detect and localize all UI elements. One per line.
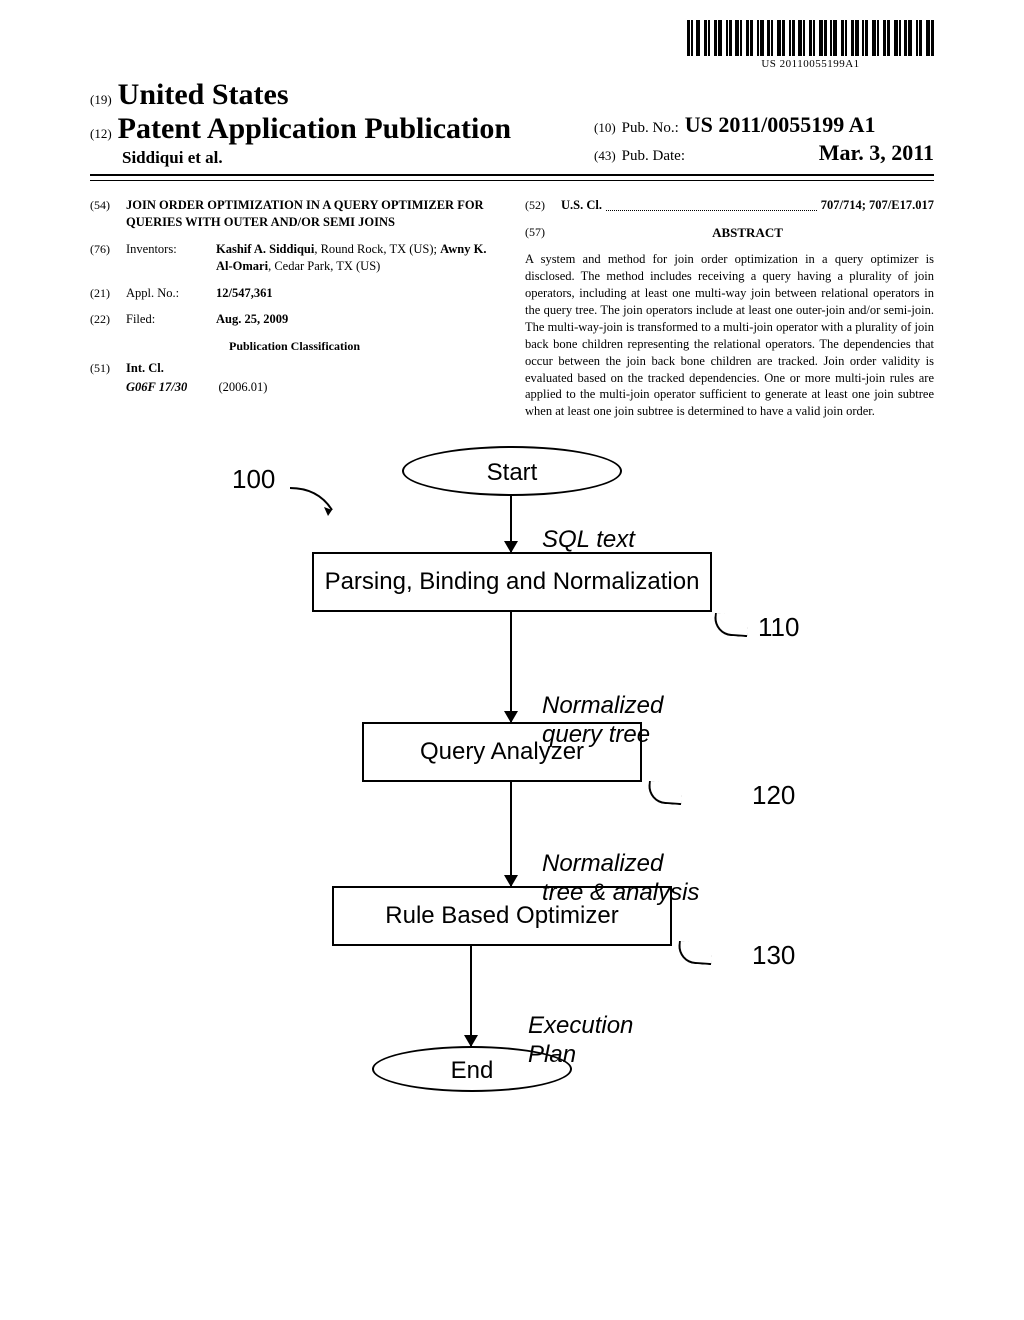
barcode-icon [687, 20, 934, 56]
filed-label: Filed: [126, 311, 216, 328]
invention-title: JOIN ORDER OPTIMIZATION IN A QUERY OPTIM… [126, 197, 499, 231]
flowchart: 100 Start SQL text Parsing, Binding and … [192, 446, 832, 1092]
inventors-value: Kashif A. Siddiqui, Round Rock, TX (US);… [216, 241, 499, 275]
abstract-text: A system and method for join order optim… [525, 251, 934, 420]
code-52: (52) [525, 197, 561, 214]
inventor-2-loc: , Cedar Park, TX (US) [268, 259, 380, 273]
label-sql-text: SQL text [542, 526, 635, 555]
authors-line: Siddiqui et al. [122, 148, 511, 168]
code-76: (76) [90, 241, 126, 275]
country-name: United States [118, 78, 289, 112]
uscl-value: 707/714; 707/E17.017 [821, 197, 934, 214]
applno-value: 12/547,361 [216, 286, 273, 300]
code-43: (43) [594, 148, 616, 164]
inventor-1: Kashif A. Siddiqui [216, 242, 314, 256]
pubdate-label: Pub. Date: [622, 148, 685, 165]
document-header: (19) United States (12) Patent Applicati… [90, 78, 934, 181]
barcode-block: US 20110055199A1 [687, 20, 934, 70]
ref-110: 110 [758, 612, 799, 643]
label-norm-analysis: Normalized tree & analysis [542, 850, 699, 908]
arrow-100-icon [288, 486, 338, 516]
intcl-label: Int. Cl. [126, 361, 164, 375]
start-node: Start [402, 446, 622, 496]
ref-120: 120 [752, 780, 795, 811]
label-normalized-tree: Normalized query tree [542, 692, 663, 750]
code-54: (54) [90, 197, 126, 231]
code-10: (10) [594, 120, 616, 136]
code-19: (19) [90, 92, 112, 108]
pubdate-value: Mar. 3, 2011 [819, 140, 934, 166]
pubno-label: Pub. No.: [622, 120, 679, 137]
code-21: (21) [90, 285, 126, 302]
inventors-label: Inventors: [126, 241, 216, 275]
applno-label: Appl. No.: [126, 285, 216, 302]
code-12: (12) [90, 126, 112, 142]
intcl-year: (2006.01) [219, 380, 268, 394]
ref-130: 130 [752, 940, 795, 971]
uscl-label: U.S. Cl. [561, 197, 602, 214]
filed-value: Aug. 25, 2009 [216, 312, 288, 326]
code-51: (51) [90, 360, 126, 377]
pubno-value: US 2011/0055199 A1 [685, 112, 876, 138]
bibliographic-section: (54) JOIN ORDER OPTIMIZATION IN A QUERY … [90, 197, 934, 420]
pubclass-heading: Publication Classification [90, 338, 499, 354]
abstract-heading: ABSTRACT [561, 224, 934, 242]
barcode-text: US 20110055199A1 [687, 58, 934, 70]
code-57: (57) [525, 224, 561, 248]
box-parsing: Parsing, Binding and Normalization [312, 552, 712, 612]
code-22: (22) [90, 311, 126, 328]
ref-100: 100 [232, 464, 275, 495]
publication-type: Patent Application Publication [118, 112, 511, 146]
label-exec-plan: Execution Plan [528, 1012, 633, 1070]
intcl-value: G06F 17/30 [126, 380, 187, 394]
inventor-1-loc: , Round Rock, TX (US); [314, 242, 440, 256]
